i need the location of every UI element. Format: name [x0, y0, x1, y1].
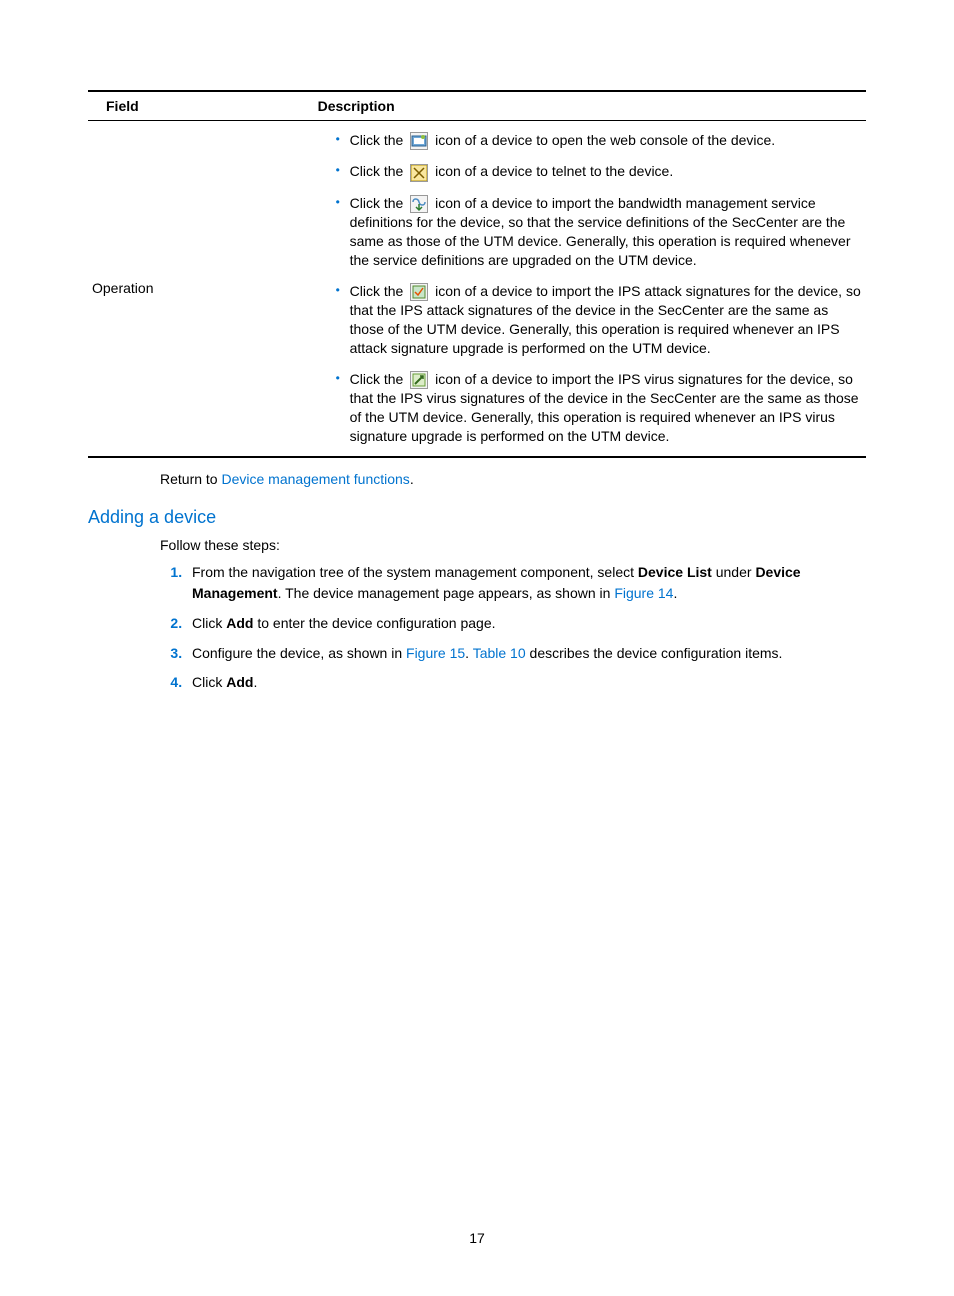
- web-console-icon: [410, 132, 428, 150]
- bullet-text-pre: Click the: [350, 195, 408, 211]
- step-bold: Add: [226, 615, 253, 631]
- figure-14-link[interactable]: Figure 14: [614, 585, 673, 601]
- page-number: 17: [0, 1230, 954, 1246]
- import-ips-virus-icon: [410, 371, 428, 389]
- operation-bullet-list: Click the icon of a device to open the w…: [318, 131, 862, 446]
- description-cell: Click the icon of a device to open the w…: [314, 121, 866, 456]
- step-text: .: [253, 674, 257, 690]
- return-to-prefix: Return to: [160, 471, 221, 487]
- intro-line: Follow these steps:: [160, 536, 866, 556]
- step-2: Click Add to enter the device configurat…: [186, 613, 866, 635]
- table-bottom-rule: [88, 456, 866, 458]
- step-text: .: [673, 585, 677, 601]
- step-1: From the navigation tree of the system m…: [186, 562, 866, 605]
- steps-list: From the navigation tree of the system m…: [160, 562, 866, 694]
- import-bandwidth-icon: [410, 195, 428, 213]
- table-row: Operation Click the icon of a device to …: [88, 121, 866, 456]
- step-text: under: [712, 564, 756, 580]
- table-header-description: Description: [314, 92, 866, 120]
- list-item: Click the icon of a device to import the…: [336, 194, 862, 270]
- step-bold: Device List: [638, 564, 712, 580]
- device-management-functions-link[interactable]: Device management functions: [221, 471, 409, 487]
- step-text: From the navigation tree of the system m…: [192, 564, 638, 580]
- bullet-text-pre: Click the: [350, 371, 408, 387]
- bullet-text-pre: Click the: [350, 132, 408, 148]
- import-ips-attack-icon: [410, 283, 428, 301]
- step-text: . The device management page appears, as…: [278, 585, 615, 601]
- return-to-paragraph: Return to Device management functions.: [160, 470, 866, 490]
- field-cell-operation: Operation: [88, 121, 314, 456]
- table-header-field: Field: [88, 92, 314, 120]
- table-10-link[interactable]: Table 10: [473, 645, 526, 661]
- section-heading-adding-device: Adding a device: [88, 507, 866, 528]
- list-item: Click the icon of a device to open the w…: [336, 131, 862, 150]
- reference-table-body: Operation Click the icon of a device to …: [88, 121, 866, 456]
- step-text: Configure the device, as shown in: [192, 645, 406, 661]
- step-text: .: [465, 645, 473, 661]
- return-to-suffix: .: [410, 471, 414, 487]
- step-text: describes the device configuration items…: [526, 645, 783, 661]
- step-text: to enter the device configuration page.: [253, 615, 495, 631]
- step-text: Click: [192, 615, 226, 631]
- bullet-text-post: icon of a device to telnet to the device…: [431, 163, 673, 179]
- list-item: Click the icon of a device to import the…: [336, 370, 862, 446]
- list-item: Click the icon of a device to import the…: [336, 282, 862, 358]
- telnet-icon: [410, 164, 428, 182]
- figure-15-link[interactable]: Figure 15: [406, 645, 465, 661]
- bullet-text-pre: Click the: [350, 163, 408, 179]
- bullet-text-post: icon of a device to open the web console…: [431, 132, 775, 148]
- step-bold: Add: [226, 674, 253, 690]
- reference-table: Field Description: [88, 92, 866, 120]
- list-item: Click the icon of a device to telnet to …: [336, 162, 862, 181]
- bullet-text-pre: Click the: [350, 283, 408, 299]
- step-text: Click: [192, 674, 226, 690]
- step-3: Configure the device, as shown in Figure…: [186, 643, 866, 665]
- step-4: Click Add.: [186, 672, 866, 694]
